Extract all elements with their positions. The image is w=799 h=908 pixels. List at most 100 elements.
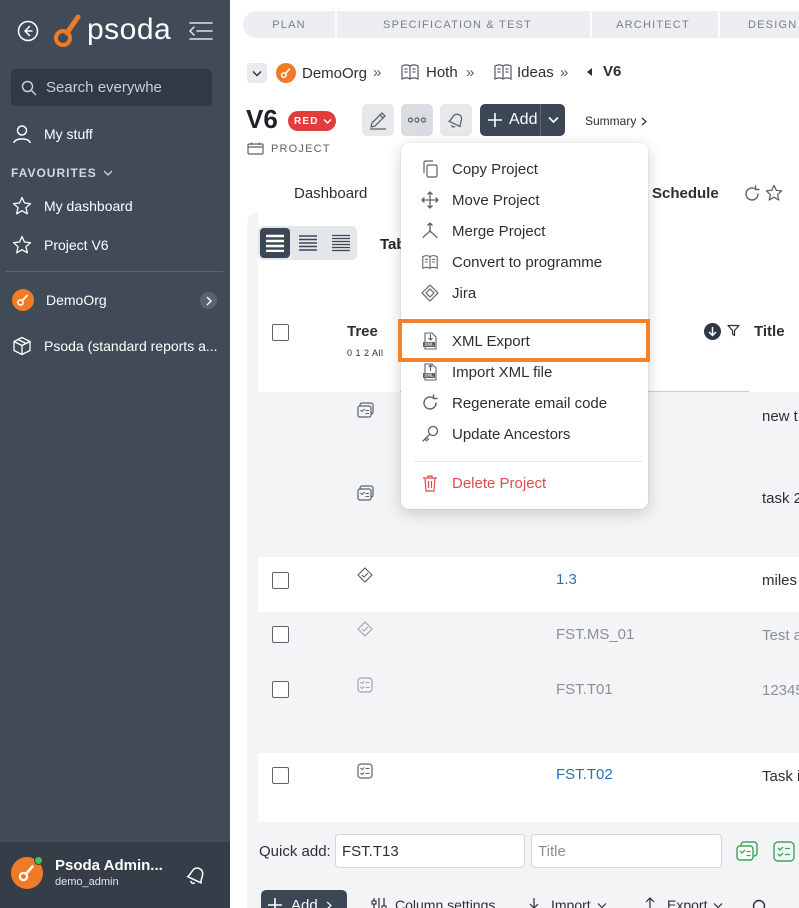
svg-text:XML: XML — [424, 373, 434, 379]
menu-item-update-ancestors[interactable]: Update Ancestors — [421, 425, 570, 443]
breadcrumb-hoth[interactable]: Hoth — [400, 63, 458, 81]
back-arrow-icon[interactable] — [17, 20, 39, 42]
add-task-group-icon[interactable] — [736, 841, 758, 862]
table-row[interactable]: FST.T01 12345 — [258, 667, 799, 753]
menu-item-copy-project[interactable]: Copy Project — [421, 160, 538, 178]
sidebar-item-my-dashboard[interactable]: My dashboard — [12, 196, 133, 216]
breadcrumb-demoorg[interactable]: DemoOrg — [276, 63, 367, 83]
list-view-icon — [266, 234, 284, 252]
tree-level-selector[interactable]: 0 1 2 All — [347, 348, 384, 358]
menu-item-import-xml-file[interactable]: XML Import XML file — [421, 363, 552, 381]
filter-icon[interactable] — [727, 324, 740, 337]
add-task-icon[interactable] — [773, 841, 795, 862]
row-id[interactable]: FST.T01 — [556, 681, 613, 698]
collapse-sidebar-icon[interactable] — [188, 21, 214, 41]
menu-item-merge-project[interactable]: Merge Project — [421, 222, 545, 240]
view-compact-button[interactable] — [293, 228, 323, 258]
tab-dashboard[interactable]: Dashboard — [294, 185, 367, 202]
column-settings-button[interactable]: Column settings — [371, 897, 495, 908]
table-row[interactable]: FST.T02 Task i — [258, 753, 799, 822]
menu-item-label: Update Ancestors — [452, 425, 571, 443]
bottom-add-label: Add — [291, 896, 318, 908]
row-id-link[interactable]: FST.T02 — [556, 766, 613, 783]
sidebar-item-my-stuff[interactable]: My stuff — [12, 124, 93, 144]
more-options-button[interactable] — [401, 104, 433, 136]
refresh-icon[interactable] — [743, 185, 761, 203]
breadcrumb-label: DemoOrg — [302, 64, 368, 82]
stage-specification-test[interactable]: SPECIFICATION & TEST — [337, 11, 578, 38]
view-dense-button[interactable] — [326, 228, 356, 258]
row-checkbox[interactable] — [272, 767, 289, 784]
menu-item-regenerate-email-code[interactable]: Regenerate email code — [421, 394, 607, 412]
column-settings-label: Column settings — [395, 897, 496, 908]
sidebar: psoda My stuff FAVOURITES My dashboard P… — [0, 0, 230, 908]
edit-button[interactable] — [362, 104, 394, 136]
sort-descending-icon[interactable] — [704, 323, 721, 340]
favourites-section-header[interactable]: FAVOURITES — [11, 166, 113, 180]
sidebar-divider — [6, 271, 223, 272]
add-button[interactable]: Add — [480, 104, 565, 136]
table-row[interactable]: 1.3 miles — [258, 557, 799, 612]
menu-item-delete-project[interactable]: Delete Project — [421, 474, 546, 492]
row-checkbox[interactable] — [272, 572, 289, 589]
menu-item-jira[interactable]: Jira — [421, 284, 476, 302]
quick-add-id-input[interactable] — [335, 834, 525, 868]
menu-item-label: Move Project — [452, 191, 540, 209]
stage-design[interactable]: DESIGN — [720, 11, 799, 38]
select-all-checkbox[interactable] — [272, 324, 289, 341]
chevron-down-icon[interactable] — [548, 116, 559, 124]
breadcrumb-ideas[interactable]: Ideas — [493, 63, 554, 81]
tab-schedule[interactable]: Schedule — [640, 177, 799, 215]
compact-view-icon — [299, 235, 317, 251]
notification-bell-icon[interactable] — [185, 863, 207, 887]
row-checkbox[interactable] — [272, 626, 289, 643]
breadcrumb-dropdown[interactable] — [247, 63, 267, 83]
sidebar-item-label: Project V6 — [44, 237, 109, 253]
row-checkbox[interactable] — [272, 681, 289, 698]
column-header-tree[interactable]: Tree — [347, 323, 378, 340]
menu-item-move-project[interactable]: Move Project — [421, 191, 540, 209]
sidebar-item-project-v6[interactable]: Project V6 — [12, 235, 109, 255]
menu-item-convert-to-programme[interactable]: Convert to programme — [421, 253, 602, 271]
task-list-icon — [357, 763, 373, 779]
sidebar-item-psoda-reports[interactable]: Psoda (standard reports a... — [12, 336, 218, 356]
table-row[interactable]: FST.MS_01 Test a — [258, 612, 799, 667]
dense-view-icon — [332, 234, 350, 252]
bell-icon — [448, 113, 463, 128]
milestone-icon — [357, 567, 373, 583]
status-badge[interactable]: RED — [288, 111, 336, 131]
search-box[interactable] — [11, 69, 212, 106]
sidebar-item-label: My stuff — [44, 126, 93, 142]
star-icon[interactable] — [765, 184, 783, 202]
menu-item-label: Regenerate email code — [452, 394, 608, 412]
plus-icon — [268, 898, 282, 908]
search-input[interactable] — [46, 79, 206, 96]
psoda-logo[interactable]: psoda — [54, 12, 171, 48]
task-list-icon — [357, 677, 373, 693]
stage-plan[interactable]: PLAN — [243, 11, 335, 38]
logo-text: psoda — [87, 13, 172, 46]
column-header-title[interactable]: Title — [754, 323, 785, 340]
sidebar-item-demoorg[interactable]: DemoOrg — [12, 289, 107, 311]
chevron-right-icon — [641, 117, 648, 125]
more-dots-icon — [407, 117, 427, 123]
programme-icon — [421, 253, 443, 271]
row-id[interactable]: FST.MS_01 — [556, 626, 634, 643]
stage-architect[interactable]: ARCHITECT — [592, 11, 714, 38]
notification-button[interactable] — [440, 104, 472, 136]
chevron-down-icon — [252, 70, 262, 76]
user-login: demo_admin — [55, 876, 119, 888]
summary-link[interactable]: Summary — [585, 114, 648, 128]
quick-add-title-input[interactable] — [531, 834, 722, 868]
bottom-add-button[interactable]: Add — [261, 890, 347, 908]
menu-item-label: Copy Project — [452, 160, 538, 178]
export-button[interactable]: Export — [642, 897, 723, 908]
view-list-button[interactable] — [260, 228, 290, 258]
import-button[interactable]: Import — [526, 897, 607, 908]
user-name[interactable]: Psoda Admin... — [55, 857, 163, 874]
row-id-link[interactable]: 1.3 — [556, 571, 577, 588]
table-search-icon[interactable] — [752, 899, 768, 908]
chevron-right-icon[interactable] — [200, 292, 217, 309]
star-icon — [12, 235, 32, 254]
breadcrumb-v6[interactable]: V6 — [586, 63, 621, 80]
